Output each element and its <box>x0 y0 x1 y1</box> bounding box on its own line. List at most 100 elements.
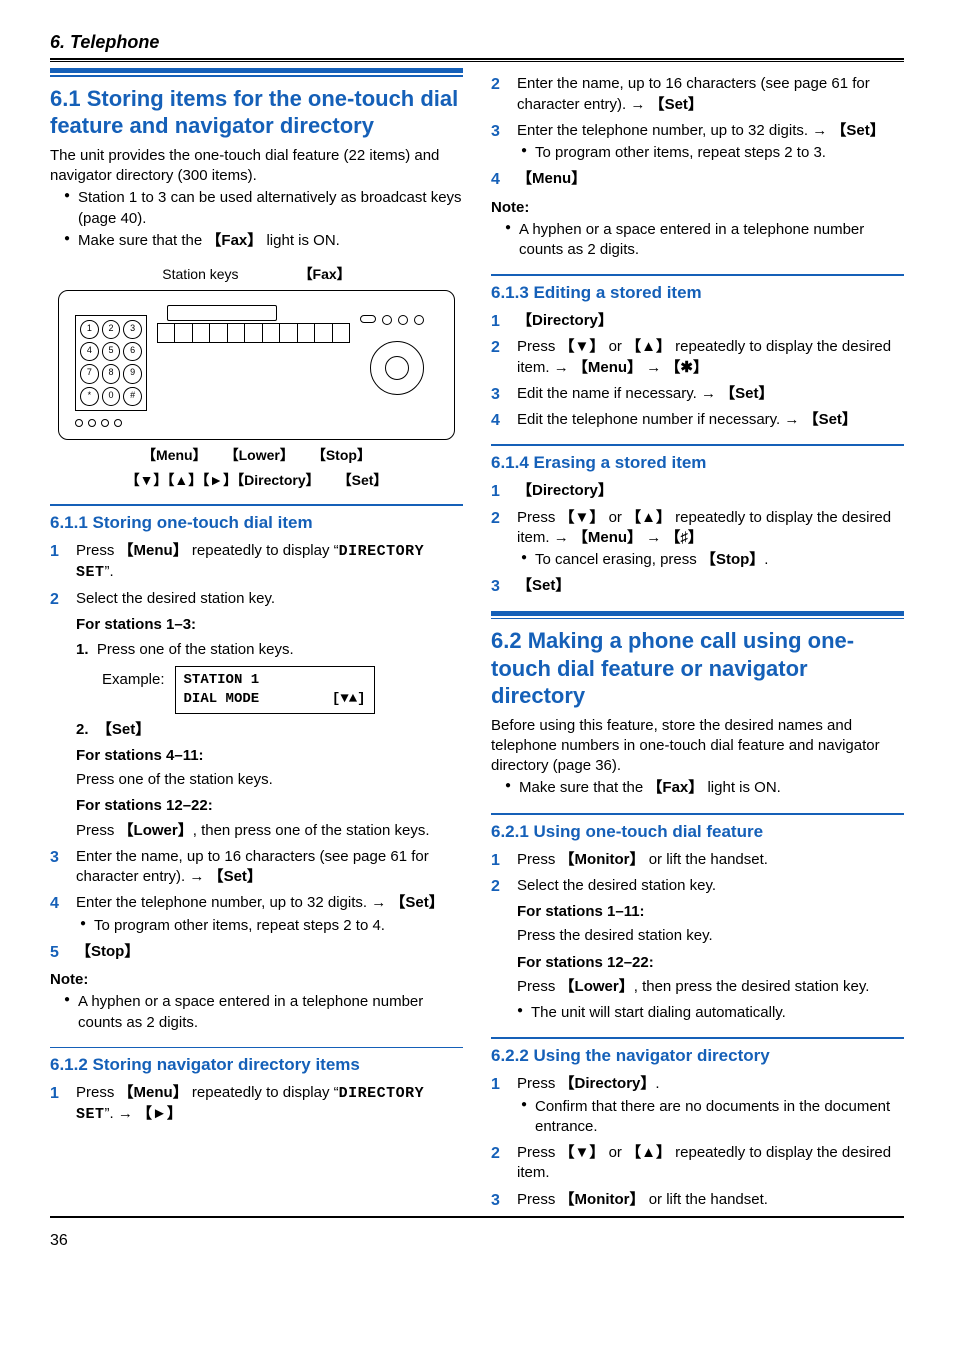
text: Press <box>517 509 560 526</box>
example-label: Example: <box>102 666 165 690</box>
lcd-line: DIAL MODE <box>184 690 260 709</box>
down-arrow-button: 【▼】 <box>560 338 605 355</box>
step-item: 4 【Menu】 <box>491 169 904 189</box>
set-button-label: 【Set】 <box>390 894 443 911</box>
text: , then press one of the station keys. <box>193 822 430 839</box>
bullet-item: A hyphen or a space entered in a telepho… <box>64 992 463 1033</box>
bullet-item: Make sure that the 【Fax】 light is ON. <box>64 231 463 251</box>
section-6-1-3-title: 6.1.3 Editing a stored item <box>491 282 904 305</box>
text: light is ON. <box>262 232 340 249</box>
section-bar-thick <box>491 611 904 616</box>
subsection-rule <box>50 504 463 506</box>
bullet-item: Confirm that there are no documents in t… <box>521 1097 904 1138</box>
fax-button-label: 【Fax】 <box>647 779 703 796</box>
steps-6-1-2: 1 Press 【Menu】 repeatedly to display “DI… <box>50 1083 463 1126</box>
section-6-1-title: 6.1 Storing items for the one-touch dial… <box>50 85 463 140</box>
text: Select the desired station key. <box>76 590 275 607</box>
device-diagram: Station keys 【Fax】 123 456 789 *0# <box>50 265 463 490</box>
text: repeatedly to display <box>188 542 334 559</box>
arrow-icon: → <box>812 122 831 139</box>
step-item: 1 Press 【Directory】. Confirm that there … <box>491 1074 904 1137</box>
diagram-label-lower: 【Lower】 <box>225 446 294 465</box>
directory-button-label: 【Directory】 <box>560 1075 656 1092</box>
lcd-rect <box>167 305 277 321</box>
right-column: 2 Enter the name, up to 16 characters (s… <box>491 68 904 1210</box>
set-button-label: 【Set】 <box>831 122 884 139</box>
step-item: 3 【Set】 <box>491 576 904 596</box>
diagram-label-station-keys: Station keys <box>162 265 238 284</box>
arrow-icon: → <box>701 385 720 402</box>
down-arrow-button: 【▼】 <box>560 509 605 526</box>
page-number: 36 <box>50 1224 904 1252</box>
steps-6-1-4: 1 【Directory】 2 Press 【▼】 or 【▲】 repeate… <box>491 481 904 596</box>
section-6-1-lead: The unit provides the one-touch dial fea… <box>50 146 463 187</box>
text: Press <box>517 338 560 355</box>
diagram-label-fax: 【Fax】 <box>299 265 351 284</box>
arrow-icon: → <box>118 1105 137 1122</box>
bullet-item: To program other items, repeat steps 2 t… <box>80 916 463 936</box>
up-arrow-button: 【▲】 <box>626 1144 671 1161</box>
arrow-icon: → <box>630 96 649 113</box>
arrow-icon: → <box>646 359 665 376</box>
steps-6-1-1: 1 Press 【Menu】 repeatedly to display “DI… <box>50 541 463 963</box>
diagram-label-set: 【Set】 <box>338 471 388 490</box>
text: ”. <box>105 1105 118 1122</box>
step-item: 1 Press 【Menu】 repeatedly to display “DI… <box>50 541 463 584</box>
menu-button-label: 【Menu】 <box>517 170 586 187</box>
monitor-button-label: 【Monitor】 <box>560 851 645 868</box>
diagram-label-stop: 【Stop】 <box>312 446 371 465</box>
device-outline: 123 456 789 *0# <box>58 290 455 440</box>
substations-1-11: For stations 1–11: <box>517 902 904 922</box>
directory-button-label: 【Directory】 <box>517 312 613 329</box>
step-item: 2 Enter the name, up to 16 characters (s… <box>491 74 904 115</box>
arrow-icon: → <box>371 894 390 911</box>
bullet-item: A hyphen or a space entered in a telepho… <box>505 220 904 261</box>
text: Press <box>517 1191 560 1208</box>
step-item: 3 Press 【Monitor】 or lift the handset. <box>491 1190 904 1210</box>
subsection-rule <box>491 813 904 815</box>
step-item: 4 Enter the telephone number, up to 32 d… <box>50 893 463 936</box>
step-item: 3 Enter the name, up to 16 characters (s… <box>50 847 463 888</box>
text: Press <box>517 851 560 868</box>
set-button-label: 【Set】 <box>720 385 773 402</box>
section-6-1-2-title: 6.1.2 Storing navigator directory items <box>50 1054 463 1077</box>
text: light is ON. <box>703 779 781 796</box>
stop-button-label: 【Stop】 <box>701 551 764 568</box>
section-6-1-1-title: 6.1.1 Storing one-touch dial item <box>50 512 463 535</box>
substations-12-22: For stations 12–22: <box>76 796 463 816</box>
up-arrow-button: 【▲】 <box>626 509 671 526</box>
text: Make sure that the <box>519 779 647 796</box>
text: Press one of the station keys. <box>76 770 463 790</box>
lower-button-label: 【Lower】 <box>560 978 634 995</box>
subsection-rule <box>491 274 904 276</box>
text: Enter the telephone number, up to 32 dig… <box>76 894 371 911</box>
set-button-label: 【Set】 <box>209 868 262 885</box>
steps-6-1-3: 1 【Directory】 2 Press 【▼】 or 【▲】 repeate… <box>491 311 904 430</box>
section-6-1-4-title: 6.1.4 Erasing a stored item <box>491 452 904 475</box>
section-6-2-title: 6.2 Making a phone call using one-touch … <box>491 627 904 710</box>
fax-button-label: 【Fax】 <box>206 232 262 249</box>
menu-button-label: 【Menu】 <box>119 542 188 559</box>
text: Edit the telephone number if necessary. <box>517 411 784 428</box>
subsection-rule <box>491 444 904 446</box>
subsection-rule <box>50 1047 463 1048</box>
up-arrow-button: 【▲】 <box>626 338 671 355</box>
substations-1-3: For stations 1–3: <box>76 615 463 635</box>
text: Make sure that the <box>78 232 206 249</box>
text: or <box>604 1144 626 1161</box>
diagram-label-nav-keys: 【▼】【▲】【►】【Directory】 <box>126 471 320 490</box>
set-button-label: 【Set】 <box>804 411 857 428</box>
substep-number: 1. <box>76 641 89 658</box>
station-keys-row <box>157 323 350 343</box>
bullet-item: Make sure that the 【Fax】 light is ON. <box>505 778 904 798</box>
directory-button-label: 【Directory】 <box>517 482 613 499</box>
bullet-item: To cancel erasing, press 【Stop】. <box>521 550 904 570</box>
step-item: 3 Enter the telephone number, up to 32 d… <box>491 121 904 164</box>
indicator-icons <box>360 315 424 325</box>
substep-number: 2. <box>76 721 89 738</box>
text: ”. <box>105 563 114 580</box>
lcd-line: [▼▲] <box>332 690 366 709</box>
hash-button-label: 【♯】 <box>665 529 703 546</box>
chapter-header: 6. Telephone <box>50 30 904 54</box>
star-button-label: 【✱】 <box>665 359 708 376</box>
